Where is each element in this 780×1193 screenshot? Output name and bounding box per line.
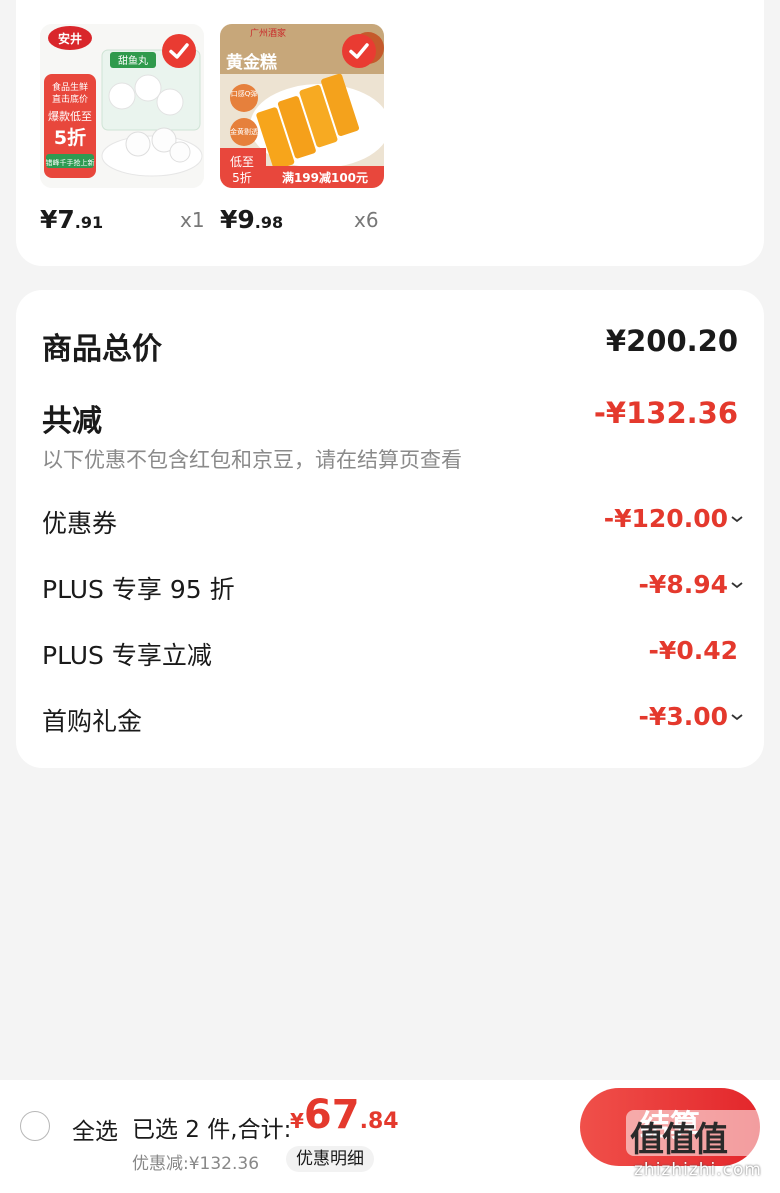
chevron-down-icon[interactable] [730, 514, 744, 524]
total-reduce-row: 共减 -¥132.36 [42, 396, 738, 439]
total-price-row: 商品总价 ¥200.20 [42, 324, 738, 367]
svg-text:食品生鲜: 食品生鲜 [52, 81, 88, 93]
svg-text:甜鱼丸: 甜鱼丸 [118, 54, 148, 67]
checkout-bar: 全选 已选 2 件,合计: ¥67.84 优惠减:¥132.36 优惠明细 结算… [0, 1080, 780, 1193]
discount-detail-button[interactable]: 优惠明细 [286, 1146, 374, 1172]
product-image-fish-balls[interactable]: 安井 甜鱼丸 食品生鲜 直击底价 爆款低至 5折 错峰千手抢上新 [40, 24, 204, 188]
watermark-site: zhizhizhi.com [634, 1160, 762, 1180]
discount-row-plus-reduce: PLUS 专享立减 -¥0.42 [42, 636, 738, 676]
footer-discount-text: 优惠减:¥132.36 [132, 1154, 260, 1174]
svg-text:5折: 5折 [232, 170, 252, 185]
total-price-label: 商品总价 [42, 332, 162, 367]
product-item-golden-cake[interactable]: 广州酒家 黄金糕 口感Q弹 金黄剔透 低至 5折 满199减100元 [220, 24, 384, 194]
total-price-value: ¥200.20 [605, 324, 738, 358]
svg-text:黄金糕: 黄金糕 [226, 52, 277, 73]
chevron-down-icon[interactable] [730, 712, 744, 722]
discount-label: PLUS 专享立减 [42, 641, 212, 670]
select-all-label[interactable]: 全选 [72, 1112, 118, 1146]
discount-value: -¥120.00 [603, 504, 728, 533]
selected-count-text: 已选 2 件,合计: [132, 1117, 292, 1143]
product-image-golden-cake[interactable]: 广州酒家 黄金糕 口感Q弹 金黄剔透 低至 5折 满199减100元 [220, 24, 384, 188]
selected-check-icon[interactable] [342, 34, 376, 68]
discount-label: 首购礼金 [42, 707, 143, 736]
discount-label: 优惠券 [42, 509, 118, 538]
chevron-down-icon[interactable] [730, 580, 744, 590]
svg-text:低至: 低至 [230, 155, 254, 169]
cart-items-card: 安井 甜鱼丸 食品生鲜 直击底价 爆款低至 5折 错峰千手抢上新 ¥7.91 x… [16, 0, 764, 266]
discount-value: -¥8.94 [638, 570, 728, 599]
discount-value: -¥0.42 [648, 636, 738, 665]
svg-text:错峰千手抢上新: 错峰千手抢上新 [46, 158, 95, 167]
select-all-radio[interactable] [20, 1111, 50, 1141]
discount-value: -¥3.00 [638, 702, 728, 731]
discount-row-plus95[interactable]: PLUS 专享 95 折 -¥8.94 [42, 570, 743, 610]
watermark-logo: 值值值 [626, 1110, 776, 1160]
footer-total-price: ¥67.84 [290, 1092, 399, 1138]
svg-text:爆款低至: 爆款低至 [48, 109, 92, 123]
svg-text:金黄剔透: 金黄剔透 [230, 127, 258, 136]
svg-text:安井: 安井 [58, 31, 82, 46]
svg-text:满199减100元: 满199减100元 [282, 170, 368, 185]
svg-text:5折: 5折 [54, 127, 86, 149]
discount-label: PLUS 专享 95 折 [42, 575, 235, 604]
product-price-fish-balls: ¥7.91 [40, 205, 104, 234]
product-qty-golden-cake: x6 [354, 208, 379, 232]
price-summary-card: 商品总价 ¥200.20 共减 -¥132.36 以下优惠不包含红包和京豆，请在… [16, 290, 764, 768]
svg-text:口感Q弹: 口感Q弹 [231, 89, 258, 98]
product-price-golden-cake: ¥9.98 [220, 205, 284, 234]
product-item-fish-balls[interactable]: 安井 甜鱼丸 食品生鲜 直击底价 爆款低至 5折 错峰千手抢上新 [40, 24, 204, 194]
svg-text:直击底价: 直击底价 [52, 93, 88, 105]
total-reduce-label: 共减 [42, 404, 102, 439]
selected-check-icon[interactable] [162, 34, 196, 68]
total-reduce-value: -¥132.36 [593, 396, 738, 430]
product-qty-fish-balls: x1 [180, 208, 205, 232]
svg-text:广州酒家: 广州酒家 [250, 27, 286, 39]
discount-row-coupon[interactable]: 优惠券 -¥120.00 [42, 504, 743, 544]
discount-note: 以下优惠不包含红包和京豆，请在结算页查看 [42, 448, 462, 472]
discount-row-first-gift[interactable]: 首购礼金 -¥3.00 [42, 702, 743, 742]
